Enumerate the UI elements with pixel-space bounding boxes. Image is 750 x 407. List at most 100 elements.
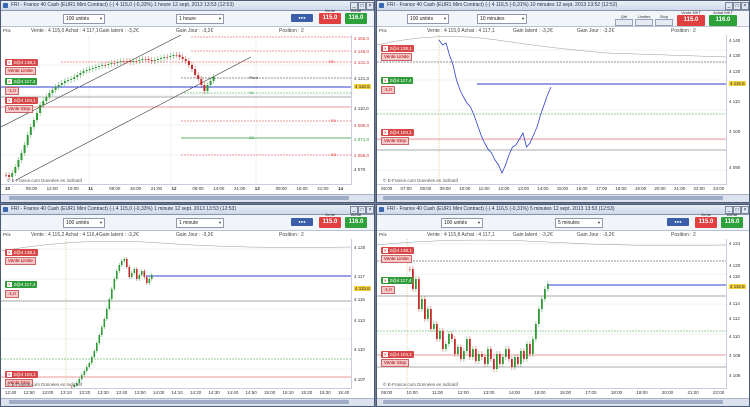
close-button[interactable]: × xyxy=(366,2,374,10)
sell-stop-button[interactable]: Vente Stop xyxy=(5,105,34,113)
buy-button[interactable]: Achat 116.0 xyxy=(345,8,367,24)
position-tag[interactable]: × 2@4 117,4 xyxy=(5,281,38,288)
x-tick: 15:40 xyxy=(338,390,350,395)
time-axis[interactable]: 10 05:00 12:00 19:00 11 09:00 16:00 21:00 12 09:0… xyxy=(1,184,352,194)
timeframe-select[interactable]: 1 heure ▼ xyxy=(176,14,224,24)
sell-limit-button[interactable]: Vente Limite xyxy=(5,67,36,75)
quantity-select[interactable]: 100 unités ▼ xyxy=(441,218,483,228)
stop-order-tag[interactable]: × 2@4 104,1 xyxy=(5,371,38,378)
close-icon[interactable]: × xyxy=(7,79,12,84)
stop-order-tag[interactable]: × 2@4 104,1 xyxy=(381,129,414,136)
price-chart[interactable]: × 2@4 138,1 Vente Limite × 2@4 117,4 -1,0 … xyxy=(1,239,352,389)
position-tag[interactable]: × 2@4 117,4 xyxy=(5,78,38,85)
stop-toggle[interactable]: Stop xyxy=(655,14,673,26)
stop-input[interactable] xyxy=(655,19,673,26)
unrealized-pnl: Gain latent : -3,2€ xyxy=(99,28,139,34)
sell-button[interactable]: Vente 115.0 xyxy=(695,212,717,228)
close-icon[interactable]: × xyxy=(7,98,12,103)
window-titlebar[interactable]: FRI - France 40 Cash (EUR1 Mini Contract… xyxy=(377,205,749,215)
horizontal-scrollbar[interactable] xyxy=(1,194,374,202)
price-axis[interactable]: 4 162,0 4 145,0 4 131,0 4 121,0 4 116,5 … xyxy=(351,35,374,185)
price-chart[interactable]: × 2@4 138,1 Vente Limite × 2@4 117,4 -1,0 … xyxy=(377,35,727,185)
close-icon[interactable]: × xyxy=(383,352,388,357)
chart-window-5min[interactable]: FRI - France 40 Cash (EUR1 Mini Contract… xyxy=(376,204,750,407)
scroll-thumb[interactable] xyxy=(9,196,349,200)
chart-window-10min[interactable]: FRI - France 40 Cash (EUR1 Mini Contract… xyxy=(376,0,750,203)
maximize-button[interactable]: □ xyxy=(733,2,741,10)
close-icon[interactable]: × xyxy=(383,130,388,135)
buy-button[interactable]: Achat 116.0 xyxy=(721,212,743,228)
timeframe-select[interactable]: 10 minutes ▼ xyxy=(477,14,527,24)
timeframe-value: 1 heure xyxy=(179,16,196,22)
close-icon[interactable]: × xyxy=(7,282,12,287)
close-button[interactable]: × xyxy=(366,206,374,214)
sell-stop-button[interactable]: Vente Stop xyxy=(381,137,410,145)
y-tick: 4 070 xyxy=(354,167,366,172)
limits-input[interactable] xyxy=(635,19,653,26)
limit-order-tag[interactable]: × 2@4 138,1 xyxy=(5,249,38,256)
buy-caption: Achat xyxy=(350,212,362,217)
position-tag[interactable]: × 2@4 117,4 xyxy=(381,77,414,84)
close-icon[interactable]: × xyxy=(383,278,388,283)
sell-button[interactable]: Vente MKT 115.0 xyxy=(677,10,705,26)
candle xyxy=(14,167,17,173)
candle xyxy=(70,79,73,80)
time-axis[interactable]: 06:00 07:00 08:00 09:00 10:00 11:00 12:00 13:00… xyxy=(377,184,727,194)
scroll-thumb[interactable] xyxy=(383,196,723,200)
stop-order-tag[interactable]: × 2@4 104,1 xyxy=(381,351,414,358)
price-chart[interactable]: × 2@4 138,1 Vente Limite × 2@4 117,4 -1,0 … xyxy=(1,35,352,185)
price-chart[interactable]: × 2@4 138,1 Vente Limite × 2@4 117,4 -1,0 … xyxy=(377,239,727,389)
sell-stop-button[interactable]: Vente Stop xyxy=(381,359,410,367)
price-axis[interactable]: 4 124 4 120 4 118 4 116,5 4 114 4 112 4 … xyxy=(726,239,749,389)
close-icon[interactable]: × xyxy=(7,372,12,377)
price-axis[interactable]: 4 140 4 130 4 120 4 116,5 4 110 4 100 4 … xyxy=(726,35,749,185)
chart-window-hourly[interactable]: FRI - France 40 Cash (EUR1 Mini Contract… xyxy=(0,0,375,203)
x-tick: 14:00 xyxy=(508,390,520,395)
sell-limit-button[interactable]: Vente Limite xyxy=(381,255,412,263)
buy-button[interactable]: Achat 116.0 xyxy=(345,212,367,228)
qty-input[interactable] xyxy=(615,19,633,26)
time-axis[interactable]: 12:40 12:50 13:00 13:10 13:20 13:30 13:40 13:50… xyxy=(1,388,352,398)
quantity-select[interactable]: 100 unités ▼ xyxy=(63,218,105,228)
horizontal-scrollbar[interactable] xyxy=(377,194,749,202)
scroll-thumb[interactable] xyxy=(383,400,723,404)
close-icon[interactable]: × xyxy=(7,250,12,255)
quantity-stepper[interactable]: Qté xyxy=(615,14,633,26)
time-axis[interactable]: 09:00 10:00 11:00 12:00 13:00 14:00 15:00 16:00… xyxy=(377,388,727,398)
sell-limit-button[interactable]: Vente Limite xyxy=(5,257,36,265)
timeframe-select[interactable]: 1 minute ▼ xyxy=(176,218,224,228)
limit-order-tag[interactable]: × 2@4 138,1 xyxy=(5,59,38,66)
sell-button[interactable]: Vente 115.0 xyxy=(319,8,341,24)
quantity-select[interactable]: 100 unités ▼ xyxy=(63,14,105,24)
close-icon[interactable]: × xyxy=(383,248,388,253)
candle xyxy=(151,275,153,279)
close-icon[interactable]: × xyxy=(383,46,388,51)
close-icon[interactable]: × xyxy=(383,78,388,83)
sell-limit-button[interactable]: Vente Limite xyxy=(381,53,412,61)
buy-button[interactable]: Achat MKT 116.0 xyxy=(709,10,737,26)
limit-order-tag[interactable]: × 2@4 138,1 xyxy=(381,247,414,254)
horizontal-scrollbar[interactable] xyxy=(1,398,374,406)
candle xyxy=(212,77,215,81)
minimize-button[interactable]: _ xyxy=(725,2,733,10)
sell-button[interactable]: Vente 115.0 xyxy=(319,212,341,228)
horizontal-scrollbar[interactable] xyxy=(377,398,749,406)
candle xyxy=(421,299,423,309)
bid-ask-text: Vente : 4 115,0 Achat : 4 117,1 xyxy=(427,28,495,34)
limit-order-tag[interactable]: × 2@4 138,1 xyxy=(381,45,414,52)
timeframe-select[interactable]: 5 minutes ▼ xyxy=(555,218,603,228)
limits-toggle[interactable]: Limites xyxy=(635,14,653,26)
x-tick: 12:00 xyxy=(457,390,469,395)
scroll-thumb[interactable] xyxy=(9,400,349,404)
stop-order-tag[interactable]: × 2@4 104,1 xyxy=(5,97,38,104)
candle xyxy=(88,69,91,70)
close-button[interactable]: × xyxy=(741,2,749,10)
candle xyxy=(457,347,459,354)
position-tag[interactable]: × 2@4 117,4 xyxy=(381,277,414,284)
mini-label: Limites xyxy=(637,14,651,19)
quantity-select[interactable]: 100 unités ▼ xyxy=(407,14,449,24)
price-axis[interactable]: 4 120 4 117 4 115,8 4 115 4 113 4 110 4 … xyxy=(351,239,374,389)
chart-window-1min[interactable]: FRI - France 40 Cash (EUR1 Mini Contract… xyxy=(0,204,375,407)
x-tick: 12:00 xyxy=(46,186,58,191)
close-icon[interactable]: × xyxy=(7,60,12,65)
